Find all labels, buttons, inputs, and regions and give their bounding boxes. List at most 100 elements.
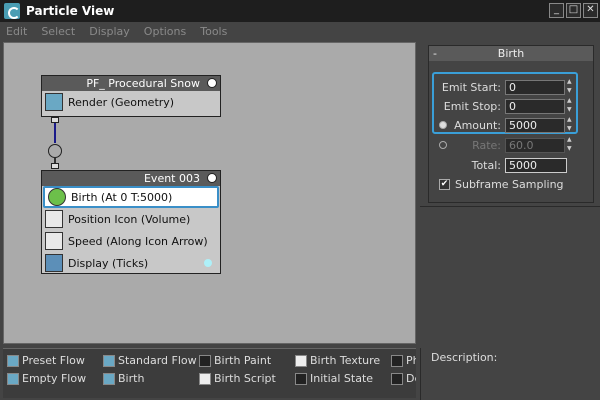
depot-item-initial-state[interactable]: Initial State [295,372,373,385]
rate-field[interactable]: 60.0 [505,137,565,153]
emit-start-label: Emit Start: [441,80,501,94]
collapse-icon[interactable]: - [433,46,437,61]
menu-edit[interactable]: Edit [6,25,27,38]
depot-item-birth-texture[interactable]: Birth Texture [295,354,380,367]
birth-rollout: - Birth Emit Start: 0 Emit Stop: 0 Amoun… [428,45,594,203]
ph-icon [391,354,403,367]
display-color-swatch[interactable] [204,259,212,267]
rate-row: Rate: 60.0 [429,136,595,154]
emit-stop-field[interactable]: 0 [505,98,565,114]
de-icon [391,372,403,385]
window-controls: _ □ ✕ [549,3,598,18]
menu-bar: Edit Select Display Options Tools [0,22,600,40]
bulb-icon[interactable] [207,173,217,183]
depot-label: Birth Texture [310,354,381,367]
subframe-checkbox[interactable]: ✔ [439,179,450,190]
operator-label: Render (Geometry) [68,95,175,109]
amount-field[interactable]: 5000 [505,117,565,133]
window-title: Particle View [26,4,115,18]
operator-label: Speed (Along Icon Arrow) [68,234,208,248]
depot-label: Initial State [310,372,374,385]
emit-stop-row: Emit Stop: 0 [429,97,595,115]
operator-label: Birth (At 0 T:5000) [71,190,173,204]
empty-flow-icon [7,372,19,385]
depot-item-birth[interactable]: Birth [103,372,144,385]
depot-label: Preset Flow [22,354,85,367]
standard-flow-icon [103,354,115,367]
birth-paint-icon [199,354,211,367]
description-label: Description: [431,351,498,364]
subframe-sampling-row[interactable]: ✔ Subframe Sampling [439,178,564,191]
total-label: Total: [471,158,501,172]
operator-depot: Preset Flow Empty Flow Standard Flow Bir… [3,348,416,398]
rollout-title: Birth [497,47,525,60]
app-icon [4,3,20,19]
depot-item-ph[interactable]: Ph [391,354,416,367]
operator-display[interactable]: Display (Ticks) [42,252,220,274]
total-field: 5000 [505,157,567,173]
operator-label: Display (Ticks) [68,256,149,270]
operator-speed[interactable]: Speed (Along Icon Arrow) [42,230,220,252]
rate-spinner[interactable] [567,136,574,153]
depot-item-birth-script[interactable]: Birth Script [199,372,276,385]
subframe-label: Subframe Sampling [455,178,564,191]
depot-item-empty-flow[interactable]: Empty Flow [7,372,86,385]
render-icon [45,93,63,111]
panel-empty-area [420,206,600,344]
title-bar: Particle View _ □ ✕ [0,0,600,22]
bulb-icon[interactable] [207,78,217,88]
description-panel: Description: [420,348,600,400]
depot-label: Birth Script [214,372,276,385]
depot-item-standard-flow[interactable]: Standard Flow [103,354,197,367]
amount-radio[interactable] [439,121,447,129]
menu-tools[interactable]: Tools [200,25,227,38]
depot-label: Ph [406,354,416,367]
event-node-title: Event 003 [143,172,200,185]
depot-item-de[interactable]: De [391,372,416,385]
position-icon [45,210,63,228]
depot-label: Empty Flow [22,372,87,385]
minimize-button[interactable]: _ [549,3,564,18]
amount-row: Amount: 5000 [429,116,595,134]
input-port[interactable] [51,163,59,169]
particle-view-canvas[interactable]: PF_ Procedural Snow Render (Geometry) Ev… [3,42,416,344]
initial-state-icon [295,372,307,385]
preset-flow-icon [7,354,19,367]
menu-display[interactable]: Display [89,25,130,38]
emit-start-field[interactable]: 0 [505,79,565,95]
operator-birth[interactable]: Birth (At 0 T:5000) [43,186,219,208]
wire-line [54,123,56,143]
birth-icon [103,372,115,385]
event-node-header[interactable]: Event 003 [42,171,220,186]
event-node[interactable]: Event 003 Birth (At 0 T:5000) Position I… [41,170,221,274]
depot-label: Standard Flow [118,354,197,367]
birth-texture-icon [295,354,307,367]
wire-node[interactable] [48,144,62,158]
close-button[interactable]: ✕ [583,3,598,18]
depot-label: Birth Paint [214,354,272,367]
emit-start-row: Emit Start: 0 [429,78,595,96]
flow-node-title: PF_ Procedural Snow [86,77,200,90]
depot-item-preset-flow[interactable]: Preset Flow [7,354,85,367]
speed-icon [45,232,63,250]
emit-stop-spinner[interactable] [567,97,574,114]
display-icon [45,254,63,272]
menu-select[interactable]: Select [41,25,75,38]
operator-label: Position Icon (Volume) [68,212,191,226]
maximize-button[interactable]: □ [566,3,581,18]
rollout-header[interactable]: - Birth [429,46,593,61]
total-row: Total: 5000 [429,156,595,174]
operator-render[interactable]: Render (Geometry) [42,91,220,113]
flow-node-header[interactable]: PF_ Procedural Snow [42,76,220,91]
menu-options[interactable]: Options [144,25,186,38]
rate-radio[interactable] [439,141,447,149]
parameters-panel: - Birth Emit Start: 0 Emit Stop: 0 Amoun… [420,42,600,344]
operator-position-icon[interactable]: Position Icon (Volume) [42,208,220,230]
birth-icon [48,188,66,206]
depot-label: De [406,372,416,385]
emit-start-spinner[interactable] [567,78,574,95]
depot-item-birth-paint[interactable]: Birth Paint [199,354,271,367]
depot-label: Birth [118,372,145,385]
amount-spinner[interactable] [567,116,574,133]
flow-node[interactable]: PF_ Procedural Snow Render (Geometry) [41,75,221,117]
